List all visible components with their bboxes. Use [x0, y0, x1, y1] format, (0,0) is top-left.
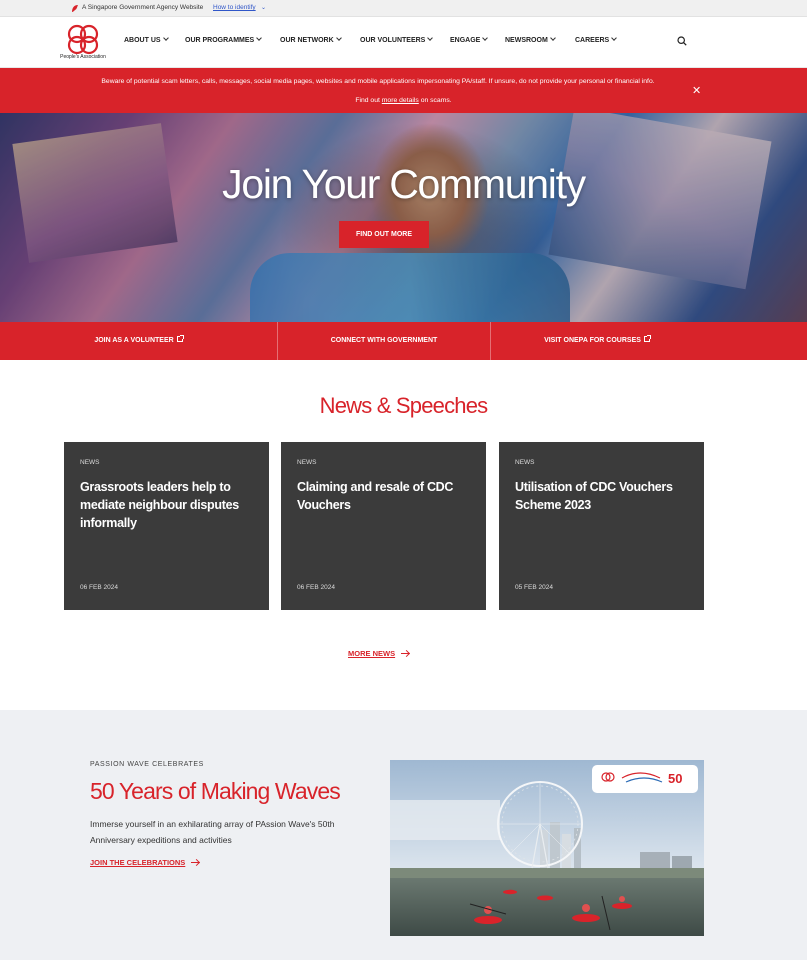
quick-link-label: JOIN AS A VOLUNTEER: [94, 337, 174, 344]
nav-label: CAREERS: [575, 37, 610, 44]
cta-label: JOIN THE CELEBRATIONS: [90, 858, 186, 867]
chevron-down-icon: [162, 35, 169, 41]
how-to-identify-link[interactable]: How to identify: [213, 4, 256, 11]
news-card[interactable]: NEWS Grassroots leaders help to mediate …: [64, 442, 269, 610]
nav-label: ENGAGE: [450, 37, 481, 44]
scam-find-out: Find out more details on scams.: [0, 96, 807, 106]
news-card[interactable]: NEWS Utilisation of CDC Vouchers Scheme …: [499, 442, 704, 610]
arrow-right-icon: [401, 653, 410, 654]
passion-wave-title: 50 Years of Making Waves: [90, 778, 341, 804]
passion-wave-description: Immerse yourself in an exhilarating arra…: [90, 819, 335, 845]
hero-overlay: [0, 113, 807, 322]
find-out-suffix: on scams.: [420, 97, 452, 104]
quick-link-label: CONNECT WITH GOVERNMENT: [330, 337, 438, 344]
search-icon[interactable]: [677, 36, 687, 46]
singapore-lion-icon: [72, 5, 78, 12]
arrow-right-icon: [191, 862, 200, 863]
nav-label: OUR NETWORK: [280, 37, 334, 44]
connect-government-link[interactable]: CONNECT WITH GOVERNMENT: [278, 322, 490, 360]
chevron-down-icon: [427, 35, 434, 41]
nav-about-us[interactable]: ABOUT US: [124, 35, 169, 44]
news-tag: NEWS: [80, 459, 100, 466]
hero-banner: Join Your Community FIND OUT MORE: [0, 113, 807, 322]
external-link-icon: [176, 335, 184, 342]
quick-link-label: VISIT ONEPA FOR COURSES: [544, 337, 641, 344]
scam-message: Beware of potential scam letters, calls,…: [101, 78, 655, 85]
passion-wave-section: PASSION WAVE CELEBRATES 50 Years of Maki…: [0, 710, 807, 960]
nav-newsroom[interactable]: NEWSROOM: [505, 35, 556, 44]
close-icon[interactable]: ✕: [692, 84, 701, 97]
news-section-title: News & Speeches: [319, 393, 489, 418]
more-news-link[interactable]: MORE NEWS: [348, 649, 410, 658]
news-tag: NEWS: [515, 459, 535, 466]
news-headline: Utilisation of CDC Vouchers Scheme 2023: [515, 480, 673, 512]
photo-badge-number: 50: [668, 771, 682, 786]
scam-alert-banner: Beware of potential scam letters, calls,…: [0, 68, 807, 113]
chevron-down-icon: [549, 35, 556, 41]
more-news-label: MORE NEWS: [348, 649, 396, 658]
find-out-more-button[interactable]: FIND OUT MORE: [339, 221, 429, 248]
masthead-text: A Singapore Government Agency Website: [82, 4, 204, 11]
nav-label: OUR VOLUNTEERS: [360, 37, 426, 44]
find-out-prefix: Find out: [355, 97, 380, 104]
join-celebrations-link[interactable]: JOIN THE CELEBRATIONS: [90, 858, 200, 867]
nav-our-network[interactable]: OUR NETWORK: [280, 35, 342, 44]
kayaking-photo: 50: [390, 760, 704, 936]
nav-our-programmes[interactable]: OUR PROGRAMMES: [185, 35, 263, 44]
gov-masthead: A Singapore Government Agency Website Ho…: [0, 0, 807, 17]
news-headline: Grassroots leaders help to mediate neigh…: [80, 480, 239, 530]
chevron-down-icon: [482, 35, 489, 41]
news-date: 06 FEB 2024: [80, 584, 118, 591]
nav-careers[interactable]: CAREERS: [575, 35, 618, 44]
nav-our-volunteers[interactable]: OUR VOLUNTEERS: [360, 35, 434, 44]
logo-caption: People's Association: [60, 54, 106, 60]
hero-title: Join Your Community: [222, 161, 586, 207]
nav-label: NEWSROOM: [505, 37, 548, 44]
news-date: 06 FEB 2024: [297, 584, 335, 591]
visit-onepa-link[interactable]: VISIT ONEPA FOR COURSES: [491, 322, 703, 360]
external-link-icon: [643, 335, 651, 342]
site-header: People's Association ABOUT US OUR PROGRA…: [0, 17, 807, 68]
news-headline: Claiming and resale of CDC Vouchers: [297, 480, 454, 512]
news-card[interactable]: NEWS Claiming and resale of CDC Vouchers…: [281, 442, 486, 610]
news-tag: NEWS: [297, 459, 317, 466]
scam-details-link[interactable]: more details: [382, 97, 419, 104]
nav-label: OUR PROGRAMMES: [185, 37, 255, 44]
chevron-down-icon: [256, 35, 263, 41]
nav-label: ABOUT US: [124, 37, 161, 44]
chevron-down-icon: [611, 35, 618, 41]
news-date: 05 FEB 2024: [515, 584, 553, 591]
section-eyebrow: PASSION WAVE CELEBRATES: [90, 761, 204, 768]
chevron-down-icon[interactable]: ⌄: [261, 4, 266, 11]
nav-engage[interactable]: ENGAGE: [450, 35, 489, 44]
chevron-down-icon: [335, 35, 342, 41]
quick-links-bar: JOIN AS A VOLUNTEER CONNECT WITH GOVERNM…: [0, 322, 807, 360]
join-volunteer-link[interactable]: JOIN AS A VOLUNTEER: [0, 322, 277, 360]
